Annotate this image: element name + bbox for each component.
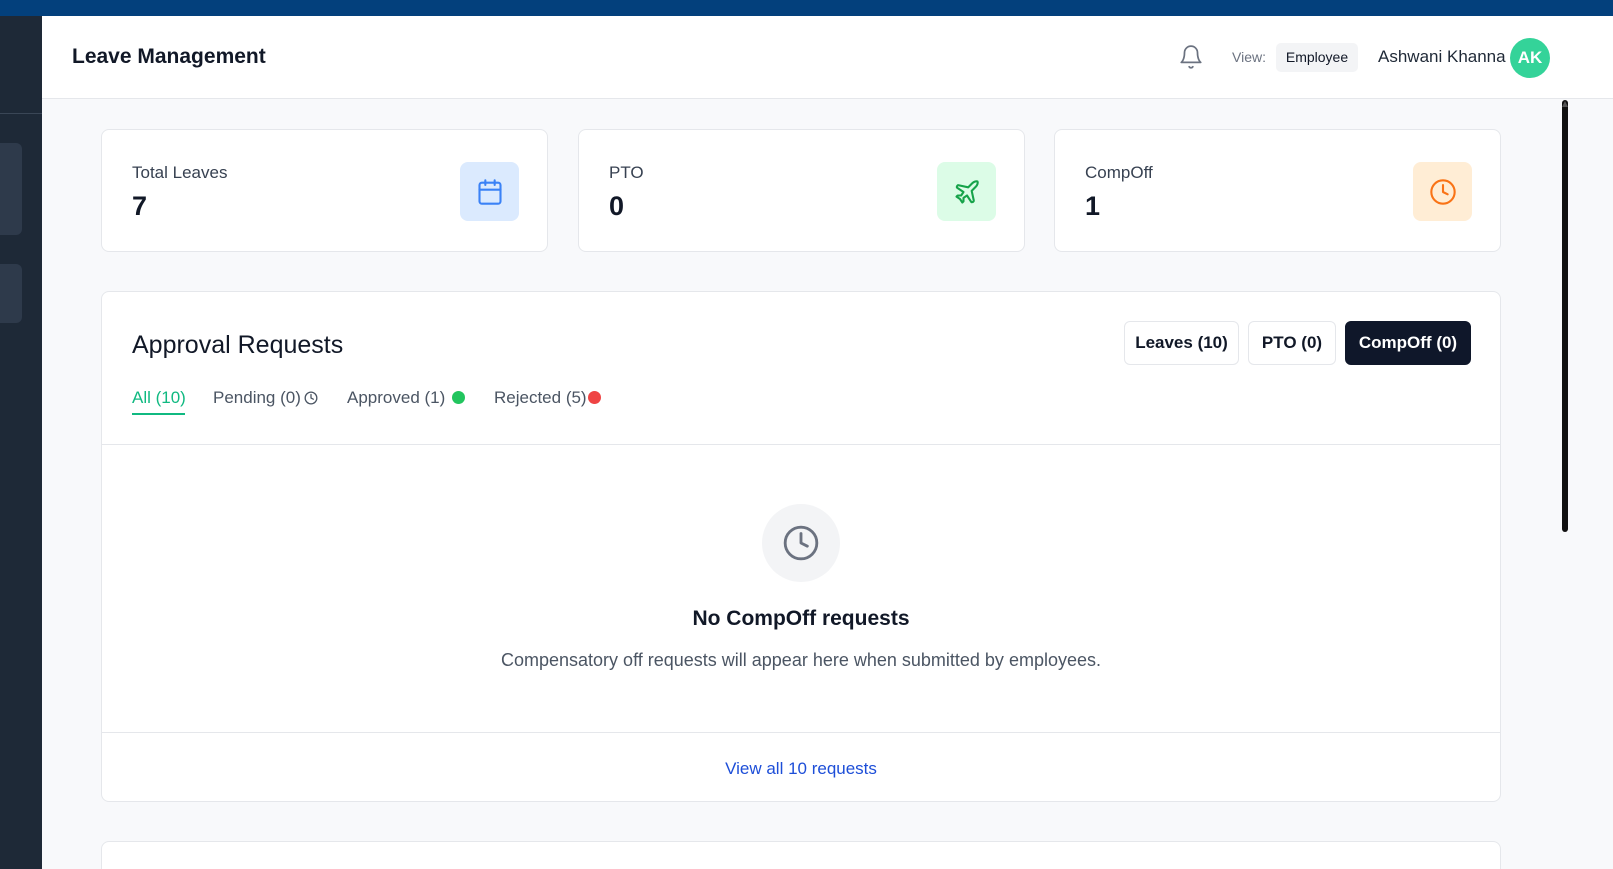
stat-value: 0 [609,191,625,221]
page-scrollbar[interactable] [1562,100,1568,532]
clock-icon [762,504,840,582]
browser-top-bar [0,0,1613,16]
approval-requests-panel: Approval Requests Leaves (10) PTO (0) Co… [101,291,1501,802]
divider [102,732,1500,733]
scroll-up-arrow-icon[interactable] [1562,101,1568,107]
tab-all[interactable]: All (10) [132,388,186,408]
clock-icon [304,391,318,405]
tab-pending[interactable]: Pending (0) [213,388,301,408]
view-all-requests-link[interactable]: View all 10 requests [102,759,1500,779]
stat-card-total-leaves: Total Leaves 7 [101,129,548,252]
user-name: Ashwani Khanna [1378,47,1506,66]
app-header: Leave Management View: Employee Ashwani … [42,16,1613,99]
tab-approved[interactable]: Approved (1) [347,388,445,408]
plane-icon [937,162,996,221]
stat-label: PTO [609,163,644,182]
view-label: View: [1232,49,1266,65]
page-title: Leave Management [72,45,266,68]
view-selector[interactable]: Employee [1276,43,1358,72]
sidebar-item[interactable] [0,264,22,323]
active-tab-underline [132,413,185,415]
stat-value: 1 [1085,191,1101,221]
green-dot-icon [452,391,465,404]
red-dot-icon [588,391,601,404]
stat-value: 7 [132,191,148,221]
leaves-filter-button[interactable]: Leaves (10) [1124,321,1239,365]
sidebar-item[interactable] [0,143,22,235]
stat-card-compoff: CompOff 1 [1054,129,1501,252]
clock-icon [1413,162,1472,221]
compoff-filter-button[interactable]: CompOff (0) [1345,321,1471,365]
section-title: Approval Requests [132,331,344,359]
divider [102,444,1500,445]
bell-icon[interactable] [1178,44,1204,70]
calendar-icon [460,162,519,221]
stat-label: CompOff [1085,163,1153,182]
empty-state-title: No CompOff requests [692,607,910,630]
tab-rejected[interactable]: Rejected (5) [494,388,587,408]
pto-filter-button[interactable]: PTO (0) [1248,321,1336,365]
next-section-card [101,841,1501,869]
empty-state-description: Compensatory off requests will appear he… [501,650,1101,670]
stat-label: Total Leaves [132,163,228,182]
stat-card-pto: PTO 0 [578,129,1025,252]
avatar[interactable]: AK [1510,38,1550,78]
sidebar [0,16,42,869]
sidebar-divider [0,113,42,114]
